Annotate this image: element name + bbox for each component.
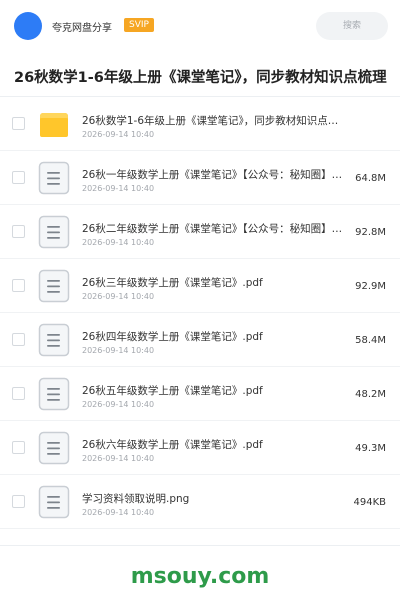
header: 夸克网盘分享 SVIP [0, 0, 400, 52]
document-icon [38, 431, 70, 465]
file-size: 49.3M [355, 443, 386, 454]
file-date: 2026-09-14 10:40 [82, 238, 155, 247]
select-checkbox[interactable] [12, 441, 25, 454]
select-checkbox[interactable] [12, 387, 25, 400]
file-row[interactable]: 26秋数学1-6年级上册《课堂笔记》，同步教材知识点梳理 2026-09-14 … [0, 97, 400, 151]
file-size: 92.9M [355, 281, 386, 292]
file-row[interactable]: 26秋五年级数学上册《课堂笔记》.pdf 2026-09-14 10:40 48… [0, 367, 400, 421]
file-name: 学习资料领取说明.png [82, 493, 190, 505]
file-list: 26秋数学1-6年级上册《课堂笔记》，同步教材知识点梳理 2026-09-14 … [0, 97, 400, 529]
document-icon [38, 215, 70, 249]
file-size: 48.2M [355, 389, 386, 400]
file-name: 26秋一年级数学上册《课堂笔记》【公众号：秘知圈】.pdf [82, 169, 344, 181]
file-row[interactable]: 26秋三年级数学上册《课堂笔记》.pdf 2026-09-14 10:40 92… [0, 259, 400, 313]
avatar[interactable] [14, 12, 42, 40]
folder-icon [38, 107, 70, 141]
vip-badge: SVIP [124, 18, 154, 32]
file-size: 494KB [353, 497, 386, 508]
select-checkbox[interactable] [12, 225, 25, 238]
file-size: 58.4M [355, 335, 386, 346]
file-row[interactable]: 学习资料领取说明.png 2026-09-14 10:40 494KB [0, 475, 400, 529]
select-checkbox[interactable] [12, 495, 25, 508]
document-icon [38, 485, 70, 519]
document-icon [38, 377, 70, 411]
file-date: 2026-09-14 10:40 [82, 292, 155, 301]
file-name: 26秋四年级数学上册《课堂笔记》.pdf [82, 331, 263, 343]
file-name: 26秋六年级数学上册《课堂笔记》.pdf [82, 439, 263, 451]
file-name: 26秋五年级数学上册《课堂笔记》.pdf [82, 385, 263, 397]
file-row[interactable]: 26秋四年级数学上册《课堂笔记》.pdf 2026-09-14 10:40 58… [0, 313, 400, 367]
file-date: 2026-09-14 10:40 [82, 184, 155, 193]
file-row[interactable]: 26秋一年级数学上册《课堂笔记》【公众号：秘知圈】.pdf 2026-09-14… [0, 151, 400, 205]
select-checkbox[interactable] [12, 279, 25, 292]
watermark: msouy.com [130, 564, 270, 589]
file-size: 92.8M [355, 227, 386, 238]
file-name: 26秋三年级数学上册《课堂笔记》.pdf [82, 277, 263, 289]
select-checkbox[interactable] [12, 117, 25, 130]
username: 夸克网盘分享 [52, 23, 112, 34]
file-date: 2026-09-14 10:40 [82, 454, 155, 463]
file-date: 2026-09-14 10:40 [82, 130, 155, 139]
search-input[interactable] [316, 12, 388, 40]
page-title: 26秋数学1-6年级上册《课堂笔记》，同步教材知识点梳理 [14, 70, 387, 86]
document-icon [38, 161, 70, 195]
document-icon [38, 269, 70, 303]
file-date: 2026-09-14 10:40 [82, 400, 155, 409]
divider [0, 545, 400, 546]
file-row[interactable]: 26秋六年级数学上册《课堂笔记》.pdf 2026-09-14 10:40 49… [0, 421, 400, 475]
file-row[interactable]: 26秋二年级数学上册《课堂笔记》【公众号：秘知圈】.pdf 2026-09-14… [0, 205, 400, 259]
file-date: 2026-09-14 10:40 [82, 508, 155, 517]
file-name: 26秋二年级数学上册《课堂笔记》【公众号：秘知圈】.pdf [82, 223, 344, 235]
document-icon [38, 323, 70, 357]
file-date: 2026-09-14 10:40 [82, 346, 155, 355]
select-checkbox[interactable] [12, 333, 25, 346]
select-checkbox[interactable] [12, 171, 25, 184]
file-name: 26秋数学1-6年级上册《课堂笔记》，同步教材知识点梳理 [82, 115, 344, 127]
file-size: 64.8M [355, 173, 386, 184]
